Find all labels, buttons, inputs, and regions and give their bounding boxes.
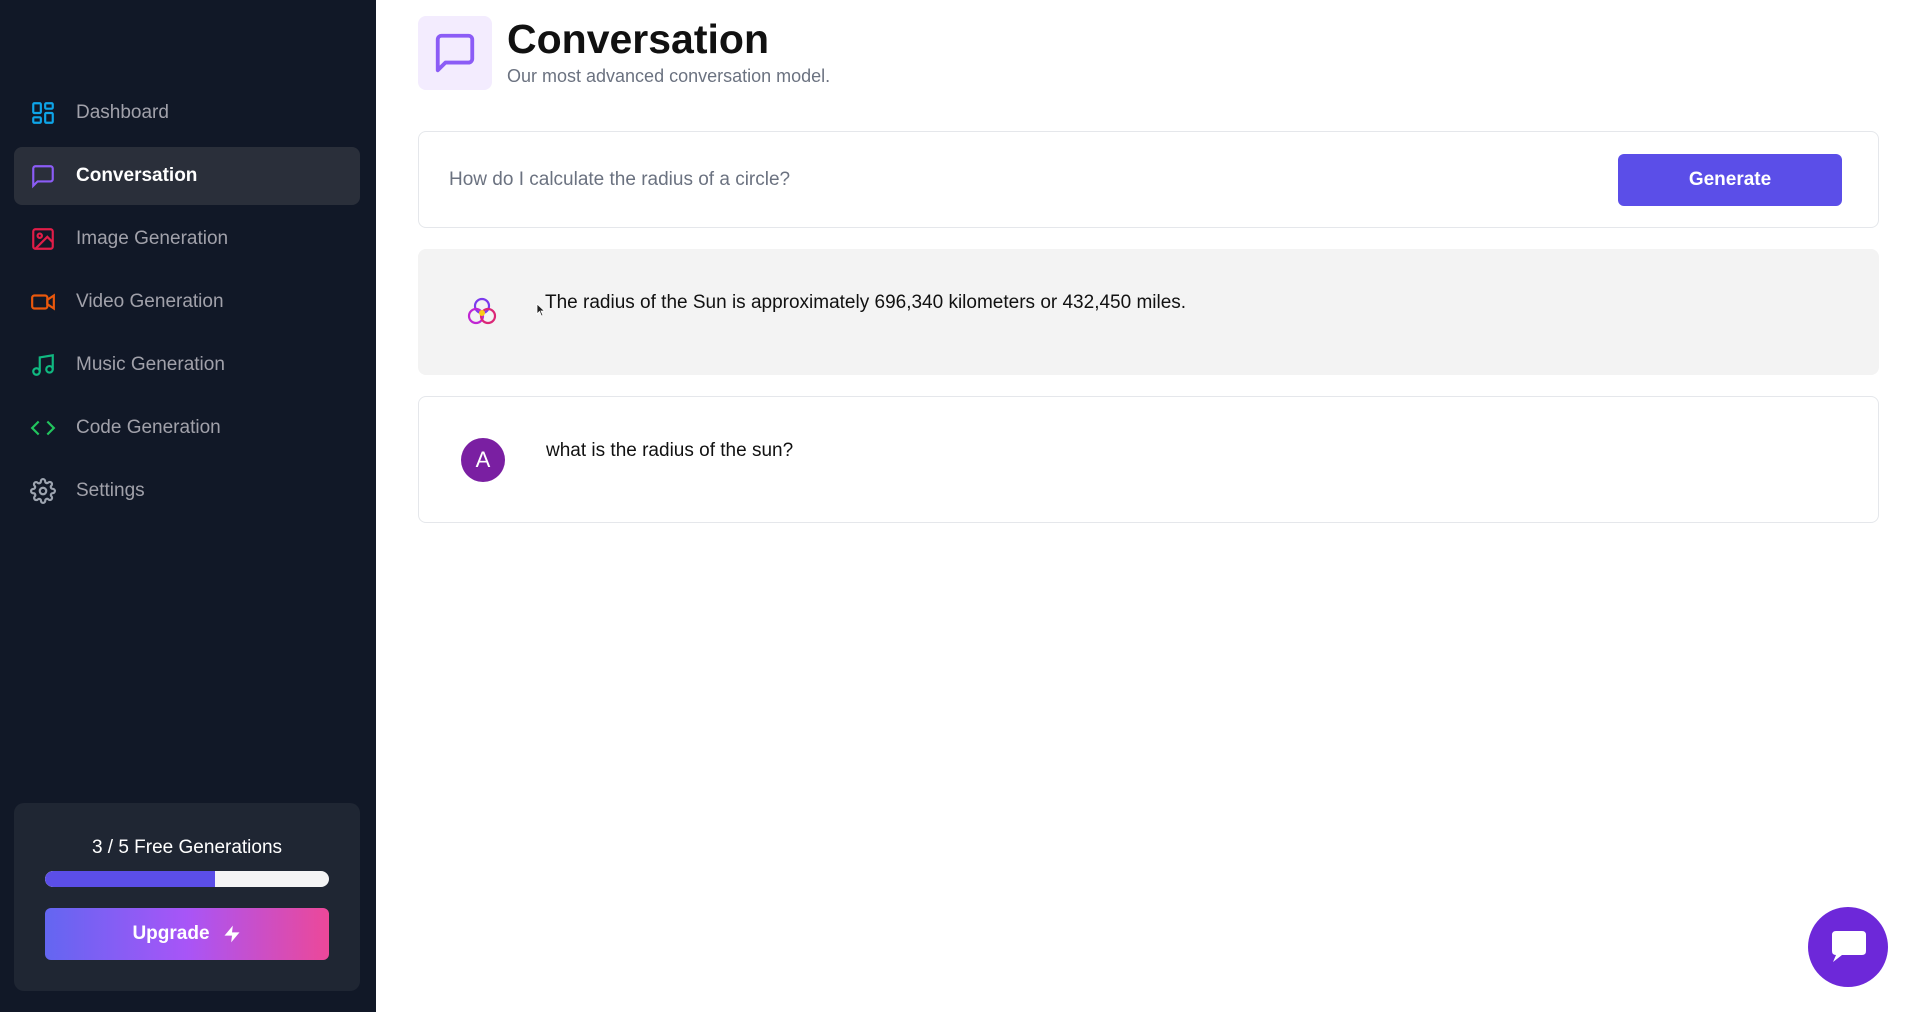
- generations-progress-bar: [45, 871, 329, 887]
- conversation-header-icon: [418, 16, 492, 90]
- image-icon: [30, 226, 56, 252]
- prompt-input[interactable]: [449, 162, 1549, 198]
- sidebar-item-image-generation[interactable]: Image Generation: [14, 210, 360, 268]
- sidebar-item-video-generation[interactable]: Video Generation: [14, 273, 360, 331]
- sidebar-item-dashboard[interactable]: Dashboard: [14, 84, 360, 142]
- sidebar-item-label: Music Generation: [76, 354, 225, 375]
- prompt-form: Generate: [418, 131, 1879, 228]
- main-content: Conversation Our most advanced conversat…: [376, 0, 1917, 1012]
- page-subtitle: Our most advanced conversation model.: [507, 66, 831, 86]
- sidebar: Dashboard Conversation Image Generation: [0, 0, 376, 1012]
- dashboard-icon: [30, 100, 56, 126]
- sidebar-item-label: Settings: [76, 480, 145, 501]
- upgrade-label: Upgrade: [132, 923, 210, 944]
- gear-icon: [30, 478, 56, 504]
- support-chat-button[interactable]: [1808, 907, 1888, 987]
- video-icon: [30, 289, 56, 315]
- sidebar-item-label: Code Generation: [76, 417, 221, 438]
- message-square-icon: [30, 163, 56, 189]
- bot-message: The radius of the Sun is approximately 6…: [418, 249, 1879, 375]
- user-message-text: what is the radius of the sun?: [546, 440, 794, 461]
- free-generations-card: 3 / 5 Free Generations Upgrade: [14, 803, 360, 991]
- sidebar-item-settings[interactable]: Settings: [14, 462, 360, 520]
- code-icon: [30, 415, 56, 441]
- sidebar-item-label: Dashboard: [76, 102, 169, 123]
- upgrade-button[interactable]: Upgrade: [45, 908, 329, 960]
- sidebar-item-label: Conversation: [76, 165, 198, 186]
- sidebar-item-label: Image Generation: [76, 228, 229, 249]
- sidebar-item-conversation[interactable]: Conversation: [14, 147, 360, 205]
- music-icon: [30, 352, 56, 378]
- user-avatar: A: [461, 438, 505, 482]
- logo-icon[interactable]: [28, 0, 72, 4]
- chat-icon: [1832, 931, 1866, 962]
- page-title: Conversation: [507, 16, 769, 62]
- bot-avatar: [460, 290, 504, 334]
- bot-message-text: The radius of the Sun is approximately 6…: [545, 292, 1187, 313]
- bot-logo-icon: [467, 297, 497, 325]
- sidebar-item-code-generation[interactable]: Code Generation: [14, 399, 360, 457]
- sidebar-nav: Dashboard Conversation Image Generation: [14, 84, 360, 525]
- sidebar-item-music-generation[interactable]: Music Generation: [14, 336, 360, 394]
- generate-button[interactable]: Generate: [1618, 154, 1842, 206]
- sidebar-item-label: Video Generation: [76, 291, 224, 312]
- generations-progress-fill: [45, 871, 216, 887]
- mouse-cursor-icon: [536, 303, 546, 317]
- zap-icon: [224, 925, 240, 943]
- free-generations-counter: 3 / 5 Free Generations: [91, 837, 283, 858]
- user-message: A what is the radius of the sun?: [418, 396, 1879, 523]
